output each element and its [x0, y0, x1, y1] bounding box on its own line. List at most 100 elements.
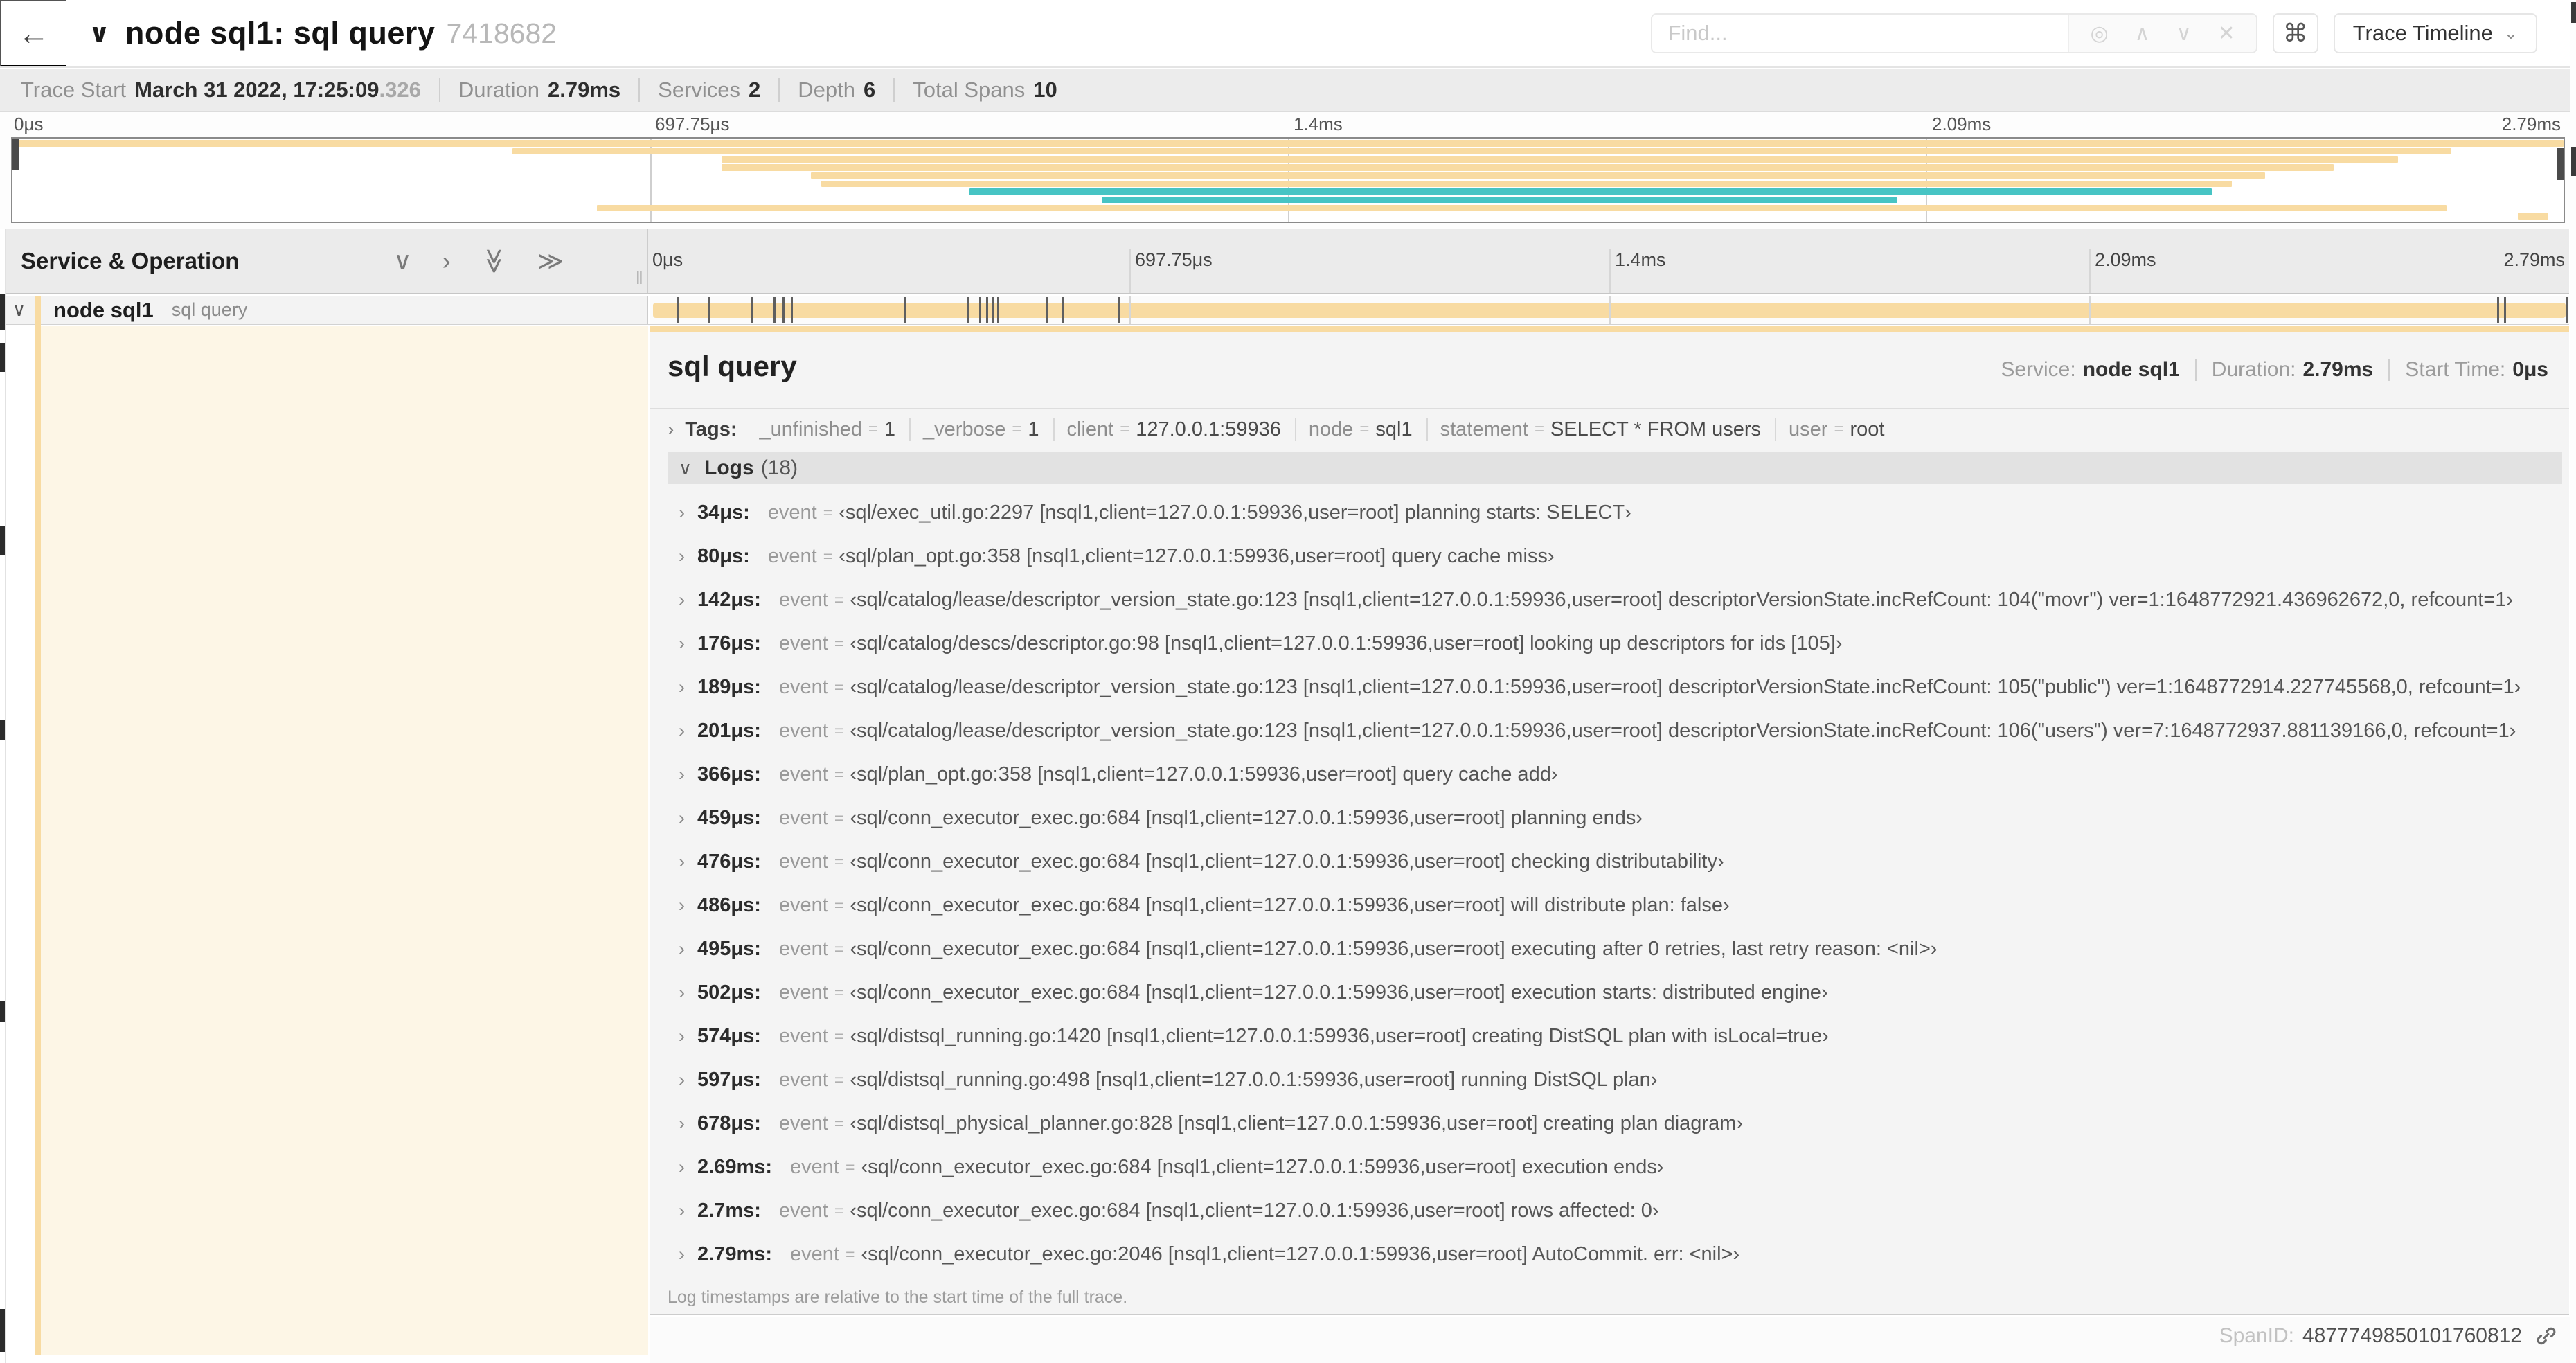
minimap-span-bar [969, 188, 2212, 195]
log-expand-chevron-icon[interactable]: › [679, 633, 685, 654]
log-value: ‹sql/conn_executor_exec.go:684 [nsql1,cl… [850, 807, 1643, 829]
log-marker-tick [2566, 297, 2568, 323]
log-value: ‹sql/conn_executor_exec.go:684 [nsql1,cl… [850, 938, 1938, 960]
log-marker-tick [782, 297, 785, 323]
log-expand-chevron-icon[interactable]: › [679, 1200, 685, 1222]
tags-row[interactable]: › Tags: _unfinished = 1 _verbose = 1 client = 12… [650, 409, 2569, 449]
log-field-name: event [778, 938, 828, 960]
span-row-name-column[interactable]: ∨ node sql1 sql query [0, 296, 648, 324]
log-expand-chevron-icon[interactable]: › [679, 589, 685, 611]
minimap-span-bar [12, 140, 2564, 147]
top-navbar: ← ∨ node sql1: sql query 7418682 ◎ ∧ ∨ ✕… [0, 0, 2576, 68]
log-expand-chevron-icon[interactable]: › [679, 1026, 685, 1047]
duration-label: Duration: [2211, 358, 2296, 381]
logs-section-header[interactable]: ∨ Logs (18) [668, 452, 2562, 484]
locate-target-icon[interactable]: ◎ [2090, 21, 2108, 46]
log-expand-chevron-icon[interactable]: › [679, 677, 685, 698]
tag-key: statement [1440, 418, 1528, 440]
log-expand-chevron-icon[interactable]: › [679, 1157, 685, 1178]
divider [638, 78, 641, 102]
span-id-label: SpanID: [2219, 1324, 2294, 1347]
minimap-left-drag-handle[interactable] [12, 139, 19, 170]
log-entry-row[interactable]: › 574μs: event = ‹sql/distsql_running.go:142… [668, 1015, 2562, 1058]
back-button[interactable]: ← [0, 0, 66, 66]
log-entry-row[interactable]: › 2.79ms: event = ‹sql/conn_executor_exec.go… [668, 1233, 2562, 1276]
keyboard-shortcuts-button[interactable]: ⌘ [2272, 13, 2318, 53]
log-entry-row[interactable]: › 142μs: event = ‹sql/catalog/lease/descript… [668, 578, 2562, 622]
log-expand-chevron-icon[interactable]: › [679, 1069, 685, 1091]
detail-overview-stats: Service: node sql1 Duration: 2.79ms Star… [2001, 358, 2548, 382]
collapse-all-icon[interactable]: ≫ [480, 248, 508, 274]
trace-title-group: ∨ node sql1: sql query 7418682 [89, 0, 557, 66]
log-entry-row[interactable]: › 2.69ms: event = ‹sql/conn_executor_exec.go… [668, 1146, 2562, 1189]
equals-sign: = [834, 765, 844, 783]
log-expand-chevron-icon[interactable]: › [679, 720, 685, 742]
left-scroll-strip[interactable] [0, 229, 6, 1363]
log-expand-chevron-icon[interactable]: › [679, 895, 685, 916]
log-entry-row[interactable]: › 34μs: event = ‹sql/exec_util.go:2297 [nsql… [668, 491, 2562, 535]
span-collapse-chevron-icon[interactable]: ∨ [12, 299, 26, 321]
tree-controls: ∨ › ≫ ≫ [393, 229, 564, 293]
column-resize-handle[interactable]: ‖ [636, 267, 645, 289]
log-entry-row[interactable]: › 502μs: event = ‹sql/conn_executor_exec.go:… [668, 971, 2562, 1015]
equals-sign: = [868, 420, 878, 438]
equals-sign: = [834, 1071, 844, 1089]
log-entry-row[interactable]: › 2.7ms: event = ‹sql/conn_executor_exec.go:… [668, 1189, 2562, 1233]
minimap-canvas[interactable] [11, 137, 2565, 223]
right-scrollbar[interactable] [2570, 0, 2576, 1363]
expand-one-icon[interactable]: › [442, 248, 451, 274]
log-marker-tick [979, 297, 982, 323]
log-expand-chevron-icon[interactable]: › [679, 938, 685, 960]
detail-operation-title: sql query [668, 350, 797, 382]
tag-value: SELECT * FROM users [1550, 418, 1762, 440]
minimap-right-drag-handle[interactable] [2557, 148, 2564, 180]
find-next-icon[interactable]: ∨ [2176, 21, 2192, 46]
log-marker-tick [773, 297, 776, 323]
log-entry-row[interactable]: › 366μs: event = ‹sql/plan_opt.go:358 [nsql1… [668, 753, 2562, 796]
log-timestamp: 502μs: [697, 981, 761, 1004]
tick-label: 697.75μs [1135, 249, 1213, 270]
equals-sign: = [1834, 420, 1844, 438]
log-entry-row[interactable]: › 476μs: event = ‹sql/conn_executor_exec.go:… [668, 840, 2562, 884]
find-input[interactable] [1652, 15, 2068, 52]
tags-expand-chevron-icon[interactable]: › [668, 418, 674, 440]
tag-item: _verbose = 1 [911, 418, 1039, 441]
log-entry-row[interactable]: › 189μs: event = ‹sql/catalog/lease/descript… [668, 666, 2562, 709]
span-row-timeline[interactable] [650, 296, 2569, 324]
log-entry-row[interactable]: › 459μs: event = ‹sql/conn_executor_exec.go:… [668, 796, 2562, 840]
tick-label: 1.4ms [1294, 114, 1343, 134]
log-value: ‹sql/conn_executor_exec.go:684 [nsql1,cl… [861, 1156, 1664, 1178]
equals-sign: = [823, 504, 833, 522]
log-entry-row[interactable]: › 176μs: event = ‹sql/catalog/descs/descript… [668, 622, 2562, 666]
trace-minimap[interactable]: 0μs 697.75μs 1.4ms 2.09ms 2.79ms [0, 112, 2576, 229]
log-expand-chevron-icon[interactable]: › [679, 982, 685, 1004]
log-expand-chevron-icon[interactable]: › [679, 764, 685, 785]
log-expand-chevron-icon[interactable]: › [679, 502, 685, 524]
log-entry-row[interactable]: › 495μs: event = ‹sql/conn_executor_exec.go:… [668, 927, 2562, 971]
log-expand-chevron-icon[interactable]: › [679, 546, 685, 567]
divider [438, 78, 440, 102]
tag-key: user [1789, 418, 1828, 440]
log-entry-row[interactable]: › 678μs: event = ‹sql/distsql_physical_plann… [668, 1102, 2562, 1146]
find-clear-icon[interactable]: ✕ [2218, 21, 2235, 46]
log-entry-row[interactable]: › 80μs: event = ‹sql/plan_opt.go:358 [nsql1,… [668, 535, 2562, 578]
log-marker-tick [2497, 297, 2500, 323]
log-expand-chevron-icon[interactable]: › [679, 1113, 685, 1134]
find-prev-icon[interactable]: ∧ [2135, 21, 2150, 46]
log-entry-row[interactable]: › 486μs: event = ‹sql/conn_executor_exec.go:… [668, 884, 2562, 927]
log-marker-tick [2503, 297, 2506, 323]
expand-all-icon[interactable]: ≫ [537, 248, 564, 274]
trace-collapse-chevron-icon[interactable]: ∨ [89, 18, 110, 49]
trace-view-selector[interactable]: Trace Timeline ⌄ [2333, 13, 2537, 53]
log-expand-chevron-icon[interactable]: › [679, 808, 685, 829]
log-entry-row[interactable]: › 201μs: event = ‹sql/catalog/lease/descript… [668, 709, 2562, 753]
equals-sign: = [834, 1202, 844, 1220]
collapse-one-icon[interactable]: ∨ [393, 248, 411, 274]
minimap-span-bar [722, 156, 2398, 163]
logs-collapse-chevron-icon[interactable]: ∨ [679, 458, 692, 479]
link-icon[interactable] [2534, 1324, 2558, 1348]
log-expand-chevron-icon[interactable]: › [679, 1244, 685, 1265]
log-entry-row[interactable]: › 597μs: event = ‹sql/distsql_running.go:498… [668, 1058, 2562, 1102]
log-expand-chevron-icon[interactable]: › [679, 851, 685, 873]
log-field-name: event [778, 1200, 828, 1222]
